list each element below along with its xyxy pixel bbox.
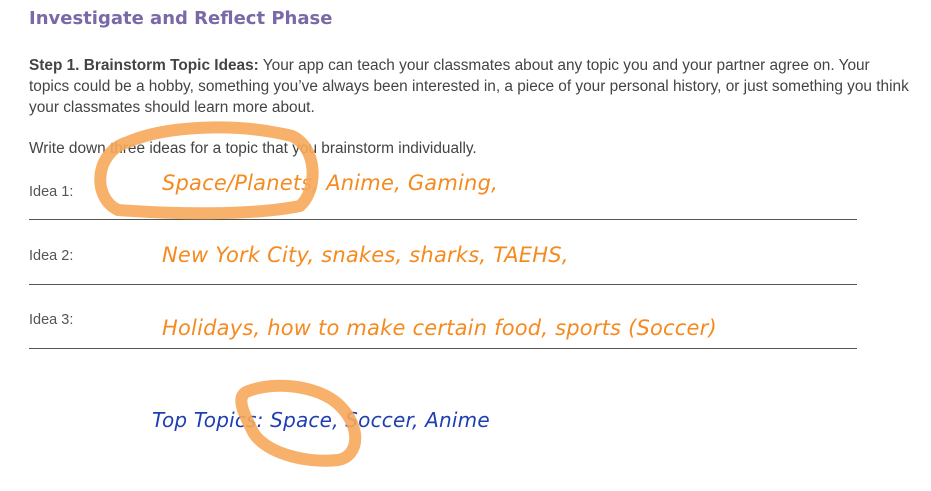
idea-3-answer: Holidays, how to make certain food, spor…: [162, 316, 717, 340]
idea-1-answer: Space/Planets, Anime, Gaming,: [162, 171, 498, 195]
prompt-text: Write down three ideas for a topic that …: [29, 140, 477, 157]
idea-2-answer: New York City, snakes, sharks, TAEHS,: [162, 243, 569, 267]
step-instructions: Step 1. Brainstorm Topic Ideas: Your app…: [29, 55, 914, 118]
idea-1-line: [29, 219, 857, 220]
idea-2-line: [29, 284, 857, 285]
idea-1-label: Idea 1:: [29, 184, 74, 200]
page-heading: Investigate and Reflect Phase: [29, 8, 333, 29]
step-label: Step 1. Brainstorm Topic Ideas:: [29, 57, 259, 74]
top-topics-annotation: Top Topics: Space, Soccer, Anime: [152, 408, 490, 432]
idea-3-label: Idea 3:: [29, 312, 74, 328]
idea-3-line: [29, 348, 857, 349]
idea-2-label: Idea 2:: [29, 248, 74, 264]
